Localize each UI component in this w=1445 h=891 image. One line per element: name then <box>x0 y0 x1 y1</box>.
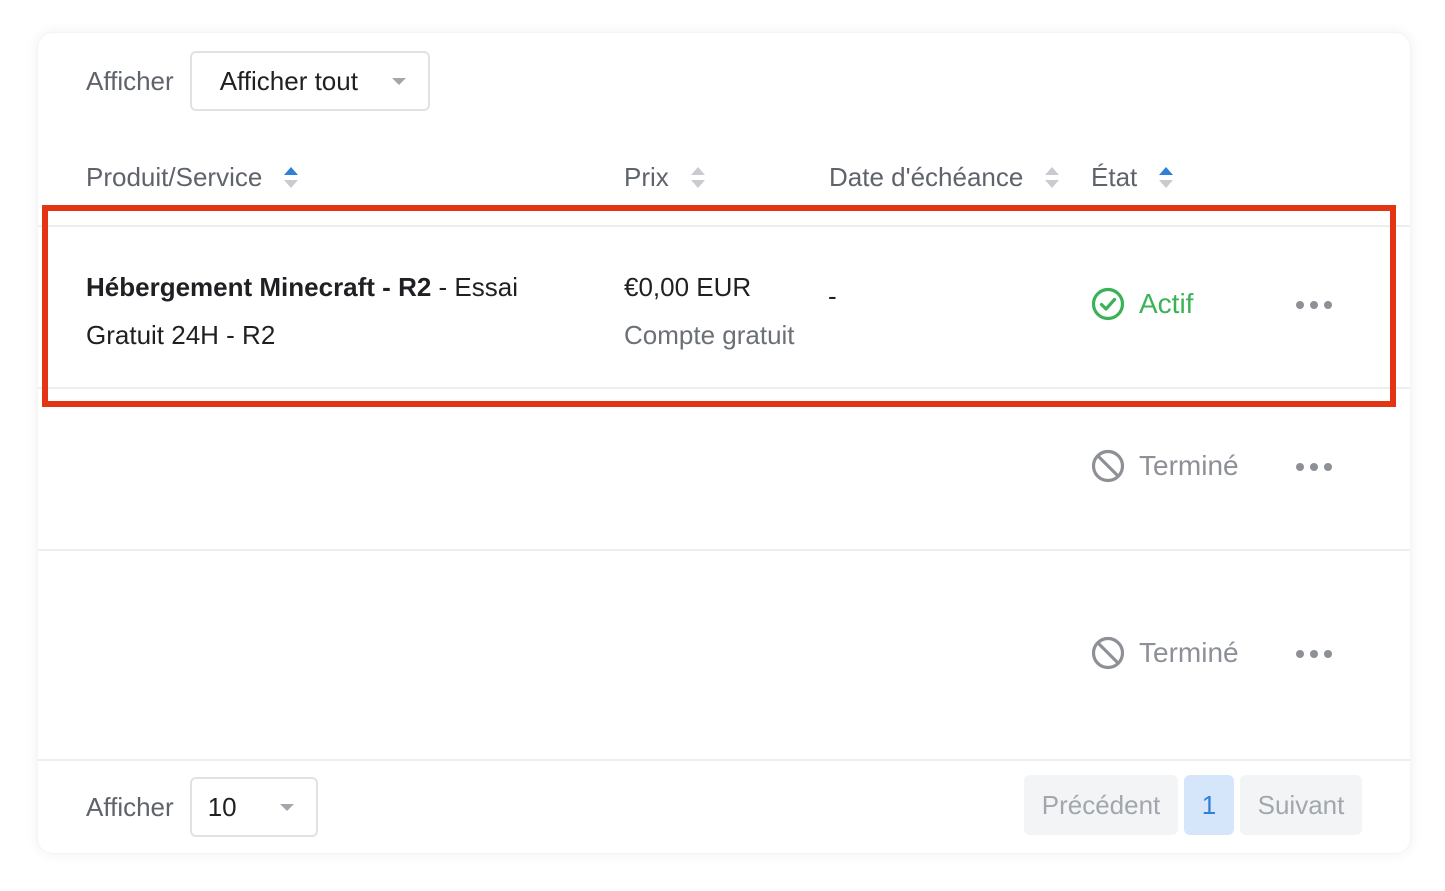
more-horizontal-icon[interactable] <box>1296 650 1332 658</box>
per-page-value: 10 <box>207 791 237 822</box>
row-divider <box>38 387 1410 389</box>
ban-icon <box>1091 449 1125 483</box>
table-row-product[interactable]: Hébergement Minecraft - R2 - Essai Gratu… <box>86 263 566 359</box>
per-page-select[interactable]: 10 <box>189 777 318 837</box>
services-card: Afficher Afficher tout Produit/Service P… <box>38 33 1410 853</box>
pagination: Précédent 1 Suivant <box>1024 775 1362 835</box>
sort-icon <box>1159 166 1174 188</box>
chevron-down-icon <box>279 804 294 811</box>
row-divider <box>38 759 1410 761</box>
status-badge: Terminé <box>1091 636 1239 670</box>
sort-icon <box>284 166 299 188</box>
sort-icon <box>690 166 705 188</box>
chevron-down-icon <box>391 78 406 85</box>
column-header-status[interactable]: État <box>1091 159 1174 195</box>
sort-icon <box>1045 166 1060 188</box>
price-amount: €0,00 EUR <box>624 272 752 302</box>
product-name: Hébergement Minecraft - R2 <box>86 272 432 302</box>
more-horizontal-icon[interactable] <box>1296 301 1332 309</box>
row-divider <box>38 549 1410 551</box>
filter-bar: Afficher Afficher tout <box>86 51 430 111</box>
column-header-due-date[interactable]: Date d'échéance <box>829 159 1060 195</box>
page-1-button[interactable]: 1 <box>1184 775 1234 835</box>
column-header-price[interactable]: Prix <box>624 159 705 195</box>
row-divider <box>38 225 1410 227</box>
column-header-product[interactable]: Produit/Service <box>86 159 299 195</box>
billing-cycle: Compte gratuit <box>624 320 795 350</box>
status-badge: Actif <box>1091 287 1193 321</box>
per-page-bar: Afficher 10 <box>86 777 318 837</box>
per-page-label: Afficher <box>86 791 174 822</box>
next-page-button[interactable]: Suivant <box>1240 775 1362 835</box>
table-row-price: €0,00 EUR Compte gratuit <box>624 263 795 359</box>
filter-select[interactable]: Afficher tout <box>189 51 430 111</box>
filter-select-value: Afficher tout <box>219 65 358 96</box>
ban-icon <box>1091 636 1125 670</box>
more-horizontal-icon[interactable] <box>1296 463 1332 471</box>
check-circle-icon <box>1091 287 1125 321</box>
due-date: - <box>828 281 837 311</box>
status-badge: Terminé <box>1091 449 1239 483</box>
filter-label: Afficher <box>86 65 174 96</box>
prev-page-button[interactable]: Précédent <box>1024 775 1178 835</box>
